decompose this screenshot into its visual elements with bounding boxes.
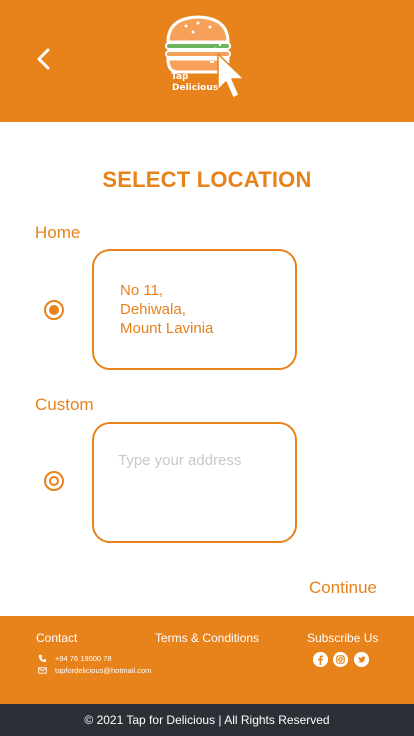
footer-phone: +94 76 19000 78 bbox=[55, 654, 112, 663]
custom-address-box bbox=[92, 422, 297, 543]
home-label: Home bbox=[35, 223, 81, 242]
terms-link[interactable]: Terms & Conditions bbox=[155, 631, 259, 645]
home-address: No 11, Dehiwala, Mount Lavinia bbox=[120, 281, 213, 338]
logo-text-line1: Tap bbox=[171, 72, 189, 82]
phone-icon bbox=[38, 654, 47, 663]
app-header: Tap Delicious bbox=[0, 0, 414, 122]
radio-selected-dot bbox=[49, 305, 59, 315]
facebook-button[interactable] bbox=[313, 652, 328, 667]
page-title: SELECT LOCATION bbox=[102, 167, 312, 192]
address-line-1: No 11, bbox=[120, 282, 164, 299]
radio-ring bbox=[49, 476, 59, 486]
instagram-icon bbox=[333, 652, 348, 667]
instagram-button[interactable] bbox=[333, 652, 348, 667]
footer: Contact Terms & Conditions Subscribe Us … bbox=[0, 616, 414, 704]
custom-label: Custom bbox=[35, 395, 94, 414]
app-logo: Tap Delicious bbox=[160, 12, 254, 106]
logo-text-line2: Delicious bbox=[172, 83, 219, 93]
address-line-3: Mount Lavinia bbox=[120, 320, 214, 337]
custom-address-input[interactable] bbox=[118, 452, 278, 532]
footer-email-row: tapfordelicious@hotmail.com bbox=[38, 666, 151, 675]
footer-contact-heading: Contact bbox=[36, 631, 78, 645]
mail-icon bbox=[38, 667, 47, 674]
back-button[interactable] bbox=[30, 44, 58, 76]
footer-subscribe-heading: Subscribe Us bbox=[307, 631, 379, 645]
twitter-icon bbox=[354, 652, 369, 667]
facebook-icon bbox=[313, 652, 328, 667]
footer-phone-row: +94 76 19000 78 bbox=[38, 654, 112, 663]
address-line-2: Dehiwala, bbox=[120, 301, 186, 318]
footer-email[interactable]: tapfordelicious@hotmail.com bbox=[55, 666, 151, 675]
home-address-card[interactable]: No 11, Dehiwala, Mount Lavinia bbox=[92, 249, 297, 370]
home-radio[interactable] bbox=[44, 300, 64, 320]
copyright-bar: © 2021 Tap for Delicious | All Rights Re… bbox=[0, 704, 414, 736]
continue-button[interactable]: Continue bbox=[309, 578, 377, 598]
custom-radio[interactable] bbox=[44, 471, 64, 491]
twitter-button[interactable] bbox=[354, 652, 369, 667]
chevron-left-icon bbox=[37, 48, 50, 70]
